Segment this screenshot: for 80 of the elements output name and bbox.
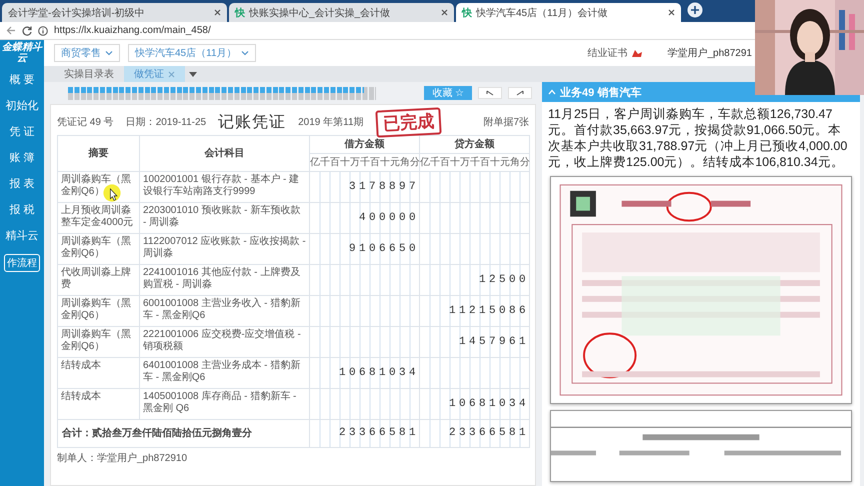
voucher-number: 凭证记 49 号	[57, 116, 114, 129]
plus-icon[interactable]	[687, 2, 703, 18]
amount: 11215086	[448, 304, 529, 317]
browser-tab[interactable]: 快 快账实操中心_会计实操_会计做	[229, 3, 454, 22]
close-icon[interactable]	[668, 9, 675, 16]
reload-icon[interactable]	[22, 26, 32, 36]
next-button[interactable]	[508, 87, 532, 99]
account-cell: 1405001008 库存商品 - 猎豹新车 - 黑金刚 Q6	[140, 388, 310, 420]
sidebar-item[interactable]: 初始化	[6, 92, 38, 118]
column-header: 贷方金额	[420, 136, 530, 154]
back-arrow-icon[interactable]	[6, 26, 16, 35]
sidebar-item[interactable]: 报 税	[9, 196, 35, 222]
amount: 23366581	[338, 427, 419, 440]
amount: 400000	[358, 212, 419, 224]
amount: 23366581	[448, 427, 529, 440]
task-description: 11月25日，客户周训淼购车，车款总额126,730.47元。首付款35,663.97元，按揭贷款91,066.50元。本次基本户共收取31,788.97元（冲上月已预收4,000.00元，收上牌费125.00元）。结转成本106,810.34元。	[547, 106, 848, 171]
account-cell: 1002001001 银行存款 - 基本户 - 建设银行车站南路支行9999	[140, 172, 310, 202]
favicon: 快	[235, 6, 245, 20]
page-tab[interactable]: 实操目录表	[54, 66, 124, 82]
sidebar-item[interactable]: 概 要	[9, 66, 35, 92]
digit-header: 亿千百十万千百十元角分	[310, 156, 419, 168]
arrow-icon	[486, 90, 494, 96]
dropdown[interactable]: 商贸零售	[54, 44, 120, 62]
voucher-period: 2019 年第11期	[298, 116, 364, 129]
cursor-icon	[103, 184, 121, 202]
task-title: 业务49 销售汽车	[560, 86, 642, 100]
favorite-button[interactable]: 收藏 ☆	[424, 86, 472, 100]
caret-icon[interactable]	[189, 72, 197, 76]
certificate-link[interactable]: 结业证书	[588, 46, 628, 60]
chevron-icon	[105, 50, 113, 56]
column-header: 借方金额	[310, 136, 420, 154]
total-text: 合计：贰拾叁万叁仟陆佰陆拾伍元捌角壹分	[58, 420, 310, 448]
sidebar-item[interactable]: 精斗云	[6, 222, 38, 248]
column-header: 会计科目	[140, 136, 310, 172]
voucher-maker: 制单人：学堂用户_ph872910	[57, 452, 188, 465]
summary-cell: 代收周训淼上牌费	[58, 264, 140, 296]
amount: 10681034	[338, 366, 419, 379]
sidebar-item[interactable]: 报 表	[9, 170, 35, 196]
voucher-date: 日期：2019-11-25	[126, 116, 206, 129]
chevron-icon[interactable]	[548, 89, 556, 95]
sidebar-item[interactable]: 凭 证	[9, 118, 35, 144]
column-header: 摘要	[58, 136, 140, 172]
account-cell: 1122007012 应收账款 - 应收按揭款 - 周训淼	[140, 234, 310, 264]
digit-header: 亿千百十万千百十元角分	[420, 156, 529, 168]
dropdown[interactable]: 快学汽车45店（11月）	[128, 44, 256, 62]
attachment-count: 附单据7张	[483, 116, 529, 129]
sidebar-item[interactable]: 账 簿	[9, 144, 35, 170]
summary-cell: 结转成本	[58, 358, 140, 388]
amount: 10681034	[448, 398, 529, 410]
amount: 9106650	[348, 242, 419, 255]
browser-tab[interactable]: 快 快学汽车45店（11月）会计做	[456, 3, 681, 22]
browser-tab[interactable]: 会计学堂-会计实操培训-初级中	[2, 3, 227, 22]
arrow-icon	[516, 90, 524, 96]
voucher-title: 记账凭证	[218, 112, 286, 132]
account-cell: 2221001006 应交税费-应交增值税 - 销项税额	[140, 326, 310, 358]
flow-button[interactable]: 作流程	[4, 254, 40, 272]
amount: 12500	[478, 274, 529, 286]
amount: 3178897	[348, 180, 419, 193]
previous-button[interactable]	[478, 87, 502, 99]
page-tab[interactable]: 做凭证	[124, 66, 185, 82]
app-logo: 金蝶精斗云	[1, 40, 44, 66]
close-icon[interactable]	[441, 9, 448, 16]
account-cell: 2241001016 其他应付款 - 上牌费及购置税 - 周训淼	[140, 264, 310, 296]
summary-cell: 周训淼购车（黑金刚Q6）	[58, 234, 140, 264]
user-name[interactable]: 学堂用户_ph87291	[668, 46, 752, 60]
account-cell: 6001001008 主营业务收入 - 猎豹新车 - 黑金刚Q6	[140, 296, 310, 326]
summary-cell: 周训淼购车（黑金刚Q6）	[58, 326, 140, 358]
summary-cell: 周训淼购车（黑金刚Q6）	[58, 296, 140, 326]
favicon: 快	[462, 6, 472, 20]
info-icon	[38, 26, 48, 36]
account-cell: 6401001008 主营业务成本 - 猎豹新车 - 黑金刚Q6	[140, 358, 310, 388]
chevron-icon	[240, 50, 249, 56]
summary-cell: 上月预收周训淼整车定金4000元	[58, 202, 140, 234]
status-stamp: 已完成	[374, 106, 442, 138]
account-cell: 2203001010 预收账款 - 新车预收款 - 周训淼	[140, 202, 310, 234]
badge-icon	[630, 48, 644, 58]
summary-cell: 结转成本	[58, 388, 140, 420]
close-icon[interactable]	[214, 9, 221, 16]
amount: 1457961	[458, 336, 529, 348]
url-text[interactable]: https://lx.kuaizhang.com/main_458/	[54, 25, 211, 36]
